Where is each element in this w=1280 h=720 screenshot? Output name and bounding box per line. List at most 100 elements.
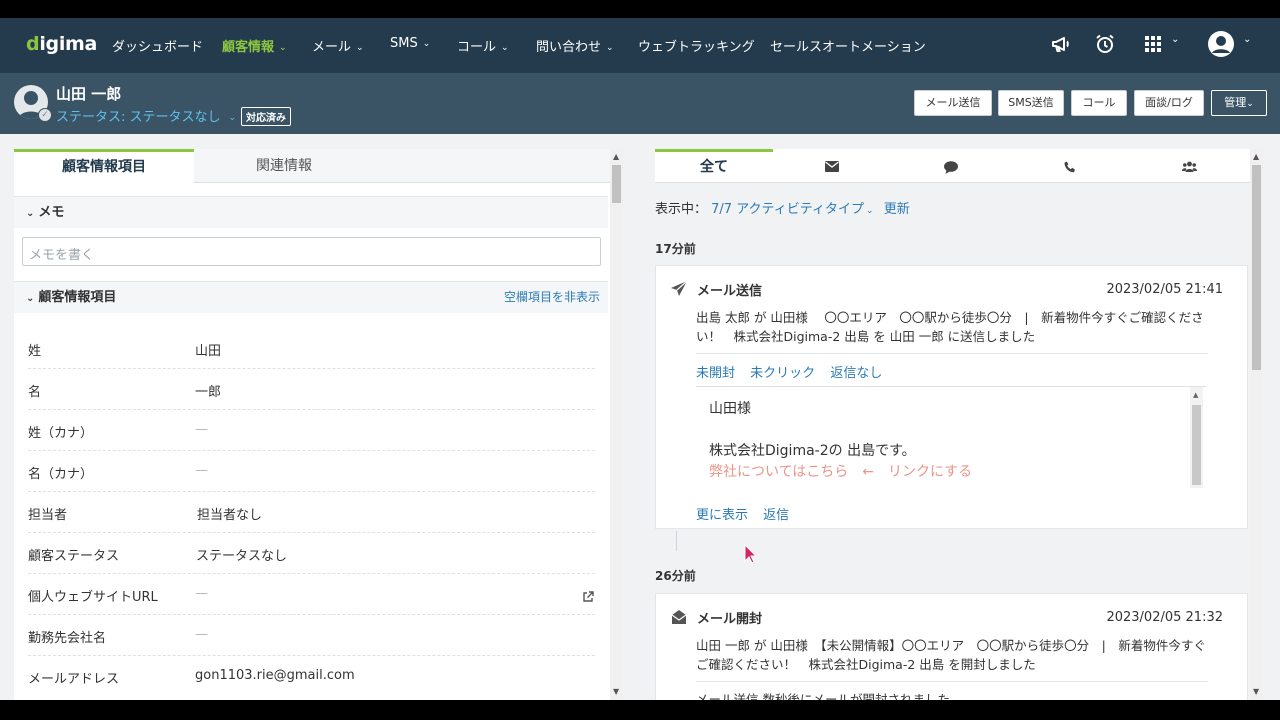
field-label: 個人ウェブサイトURL — [28, 590, 158, 605]
megaphone-icon[interactable] — [1049, 32, 1073, 56]
paper-plane-icon — [671, 280, 688, 296]
field-label: 勤務先会社名 — [28, 631, 107, 646]
call-button[interactable]: コール — [1071, 90, 1127, 116]
field-value[interactable]: 一郎 — [195, 381, 221, 400]
tab-all[interactable]: 全て — [655, 149, 773, 183]
field-label: 姓（カナ） — [28, 426, 94, 441]
status-tag: 対応済み — [241, 107, 291, 126]
field-row-email: メールアドレス gon1103.rie@gmail.com — [28, 656, 595, 697]
right-scrollbar[interactable]: ▲ ▼ — [1250, 149, 1263, 700]
field-value[interactable]: ステータスなし — [196, 545, 287, 564]
memo-section-header[interactable]: ⌄ メモ — [14, 196, 608, 228]
no-reply-stat[interactable]: 返信なし — [830, 366, 882, 381]
field-value[interactable]: 山田 — [195, 340, 221, 359]
nav-web-tracking[interactable]: ウェブトラッキング — [638, 36, 755, 55]
activity-type-filter-dropdown[interactable]: 7/7 アクティビティタイプ ⌄ — [711, 202, 873, 217]
manage-dropdown[interactable]: 管理⌄ — [1211, 90, 1267, 116]
send-mail-button[interactable]: メール送信 — [914, 90, 992, 116]
scroll-up-arrow-icon[interactable]: ▲ — [613, 152, 619, 161]
field-label: メールアドレス — [28, 672, 120, 687]
envelope-open-icon — [671, 610, 687, 624]
field-value[interactable]: — — [195, 422, 208, 437]
field-value[interactable]: — — [195, 586, 208, 601]
activity-note: メール送信 数秒後にメールが開封されました — [696, 692, 950, 700]
memo-input[interactable]: メモを書く — [22, 237, 601, 266]
activity-filter: 表示中： 7/7 アクティビティタイプ ⌄ 更新 — [655, 202, 910, 217]
scroll-up-arrow-icon[interactable]: ▲ — [1253, 152, 1259, 161]
field-row-last-name: 姓 山田 — [28, 328, 595, 369]
chevron-down-icon: ⌄ — [866, 206, 874, 216]
field-value[interactable]: gon1103.rie@gmail.com — [195, 668, 355, 683]
chat-icon — [944, 161, 958, 174]
field-value[interactable]: — — [195, 463, 208, 478]
activity-type: メール送信 — [697, 284, 763, 299]
alarm-clock-icon[interactable] — [1093, 32, 1117, 56]
check-badge-icon: ✓ — [38, 108, 52, 122]
customer-fields-section-header[interactable]: ⌄ 顧客情報項目 空欄項目を非表示 — [14, 281, 608, 313]
nav-dashboard[interactable]: ダッシュボード — [112, 36, 203, 55]
chevron-down-icon: ⌄ — [422, 39, 431, 49]
refresh-link[interactable]: 更新 — [884, 202, 910, 217]
nav-sales-automation[interactable]: セールスオートメーション — [770, 36, 926, 55]
top-navigation: digima ダッシュボード 顧客情報 ⌄ メール ⌄ SMS ⌄ コール ⌄ 問い合わ… — [0, 18, 1280, 73]
app-screen: digima ダッシュボード 顧客情報 ⌄ メール ⌄ SMS ⌄ コール ⌄ 問い合わ… — [0, 18, 1280, 700]
apps-grid-icon[interactable] — [1141, 32, 1165, 56]
chevron-down-icon: ⌄ — [228, 113, 237, 123]
time-group-label: 26分前 — [655, 569, 696, 583]
tab-related-info[interactable]: 関連情報 — [194, 149, 374, 183]
mail-body-scrollbar-thumb[interactable] — [1192, 405, 1201, 485]
field-label: 担当者 — [28, 508, 68, 523]
show-more-link[interactable]: 更に表示 — [696, 508, 748, 523]
nav-inquiries[interactable]: 問い合わせ ⌄ — [536, 36, 614, 55]
chevron-down-icon: ⌄ — [356, 43, 364, 53]
mail-body-preview[interactable]: 山田様 株式会社Digima-2の 出島です。 弊社についてはこちら ← リンク… — [696, 386, 1206, 488]
field-label: 姓 — [28, 344, 42, 359]
customer-status-dropdown[interactable]: ステータス: ステータスなし ⌄ — [56, 106, 236, 125]
right-scrollbar-thumb[interactable] — [1252, 165, 1261, 370]
digima-logo[interactable]: digima — [26, 33, 97, 55]
divider — [696, 353, 1208, 354]
activity-date: 2023/02/05 21:41 — [1106, 282, 1223, 297]
tab-mail[interactable] — [773, 149, 891, 183]
field-label: 顧客ステータス — [28, 549, 120, 564]
field-row-website-url: 個人ウェブサイトURL — — [28, 574, 595, 615]
field-value[interactable]: 担当者なし — [197, 504, 262, 523]
nav-customer-info[interactable]: 顧客情報 ⌄ — [222, 36, 287, 55]
nav-mail[interactable]: メール ⌄ — [312, 36, 364, 55]
activity-date: 2023/02/05 21:32 — [1106, 610, 1223, 625]
activity-description: 出島 太郎 が 山田様 〇〇エリア 〇〇駅から徒歩〇分 | 新着物件今すぐご確認… — [696, 310, 1204, 344]
meeting-log-button[interactable]: 面談/ログ — [1134, 90, 1204, 116]
hide-empty-fields-link[interactable]: 空欄項目を非表示 — [504, 282, 600, 313]
scroll-down-arrow-icon[interactable]: ▼ — [613, 687, 619, 696]
nav-sms[interactable]: SMS ⌄ — [390, 36, 430, 51]
unopened-stat[interactable]: 未開封 — [696, 366, 735, 381]
unclicked-stat[interactable]: 未クリック — [750, 366, 815, 381]
chevron-down-icon: ⌄ — [606, 43, 614, 53]
left-scrollbar-thumb[interactable] — [612, 165, 621, 203]
external-link-icon[interactable] — [582, 591, 594, 603]
field-value[interactable]: — — [195, 627, 208, 642]
activity-card-mail-sent: メール送信 2023/02/05 21:41 出島 太郎 が 山田様 〇〇エリア… — [655, 265, 1248, 529]
activity-panel: 全て 表示中： 7/7 アクティビティタイプ ⌄ 更新 17分前 メール送信 2… — [655, 149, 1250, 700]
chevron-down-icon: ⌄ — [26, 208, 35, 219]
tab-chat[interactable] — [892, 149, 1010, 183]
mail-icon — [825, 161, 839, 172]
scroll-up-arrow-icon[interactable]: ▲ — [1193, 391, 1198, 399]
reply-link[interactable]: 返信 — [763, 508, 789, 523]
activity-tabs: 全て — [655, 149, 1250, 183]
mail-body-scrollbar[interactable]: ▲ — [1190, 387, 1203, 488]
field-row-customer-status: 顧客ステータス ステータスなし — [28, 533, 595, 574]
tab-phone[interactable] — [1011, 149, 1129, 183]
field-label: 名（カナ） — [28, 467, 94, 482]
scroll-down-arrow-icon[interactable]: ▼ — [1253, 687, 1259, 696]
nav-call[interactable]: コール ⌄ — [457, 36, 509, 55]
mail-body-link-line: 弊社についてはこちら ← リンクにする — [709, 464, 973, 480]
time-group-label: 17分前 — [655, 242, 696, 256]
field-row-first-name: 名 一郎 — [28, 369, 595, 410]
field-row-assignee: 担当者 担当者なし — [28, 492, 595, 533]
send-sms-button[interactable]: SMS送信 — [998, 90, 1064, 116]
left-scrollbar[interactable]: ▲ ▼ — [610, 149, 623, 700]
user-avatar-icon[interactable] — [1207, 30, 1235, 58]
tab-group[interactable] — [1130, 149, 1248, 183]
tab-customer-fields[interactable]: 顧客情報項目 — [14, 149, 194, 183]
